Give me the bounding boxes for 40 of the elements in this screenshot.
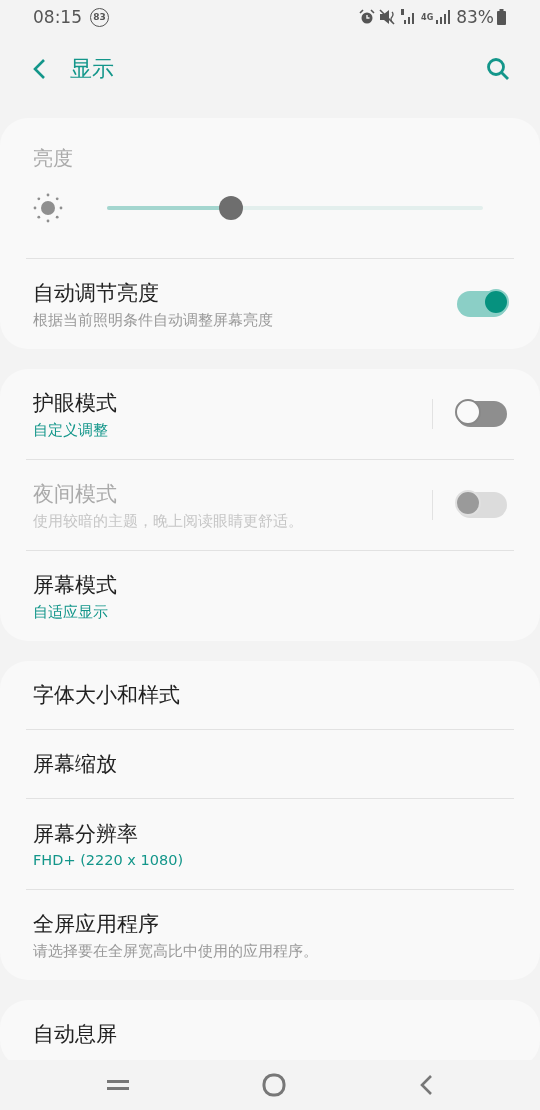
clock-time: 08:15 [33, 7, 82, 27]
signal-icon [435, 9, 452, 25]
setting-row[interactable]: 屏幕模式 自适应显示 [26, 551, 514, 641]
setting-row[interactable]: 自动调节亮度 根据当前照明条件自动调整屏幕亮度 [26, 259, 514, 349]
battery-icon [497, 9, 506, 25]
section-title: 亮度 [33, 144, 73, 172]
setting-title: 自动调节亮度 [33, 279, 160, 307]
battery-percent: 83% [456, 7, 494, 27]
setting-row[interactable]: 屏幕缩放 [26, 730, 514, 798]
toggle-switch[interactable] [457, 291, 507, 317]
slider-thumb[interactable] [219, 196, 244, 220]
setting-subtitle: 自适应显示 [33, 602, 109, 622]
setting-title: 自动息屏 [33, 1021, 118, 1048]
setting-subtitle: 根据当前照明条件自动调整屏幕亮度 [33, 310, 274, 330]
setting-title: 屏幕分辨率 [33, 821, 139, 848]
setting-subtitle: 请选择要在全屏宽高比中使用的应用程序。 [33, 941, 319, 961]
setting-subtitle: FHD+ (2220 x 1080) [33, 852, 185, 868]
alarm-icon [359, 9, 376, 25]
setting-title: 全屏应用程序 [33, 910, 160, 938]
setting-title: 字体大小和样式 [33, 682, 181, 709]
search-icon[interactable] [486, 57, 510, 81]
brightness-icon [33, 193, 63, 223]
setting-title: 屏幕模式 [33, 571, 118, 599]
setting-row[interactable]: 护眼模式 自定义调整 [26, 369, 514, 459]
network-type: 4G [421, 12, 434, 22]
setting-row[interactable]: 屏幕分辨率 FHD+ (2220 x 1080) [26, 799, 514, 889]
brightness-slider[interactable] [107, 196, 483, 220]
setting-title: 屏幕缩放 [33, 751, 118, 778]
setting-title: 护眼模式 [33, 389, 118, 417]
setting-row[interactable]: 全屏应用程序 请选择要在全屏宽高比中使用的应用程序。 [26, 890, 514, 980]
setting-title: 夜间模式 [33, 480, 118, 508]
back-icon[interactable] [419, 1074, 434, 1096]
home-icon[interactable] [262, 1073, 286, 1097]
page-title: 显示 [70, 55, 114, 83]
setting-subtitle: 自定义调整 [33, 420, 109, 440]
toggle-switch[interactable] [457, 401, 507, 427]
setting-row[interactable]: 自动息屏 [26, 1000, 514, 1060]
back-icon[interactable] [32, 58, 46, 80]
recent-apps-icon[interactable] [106, 1078, 129, 1092]
setting-row[interactable]: 字体大小和样式 [26, 661, 514, 729]
